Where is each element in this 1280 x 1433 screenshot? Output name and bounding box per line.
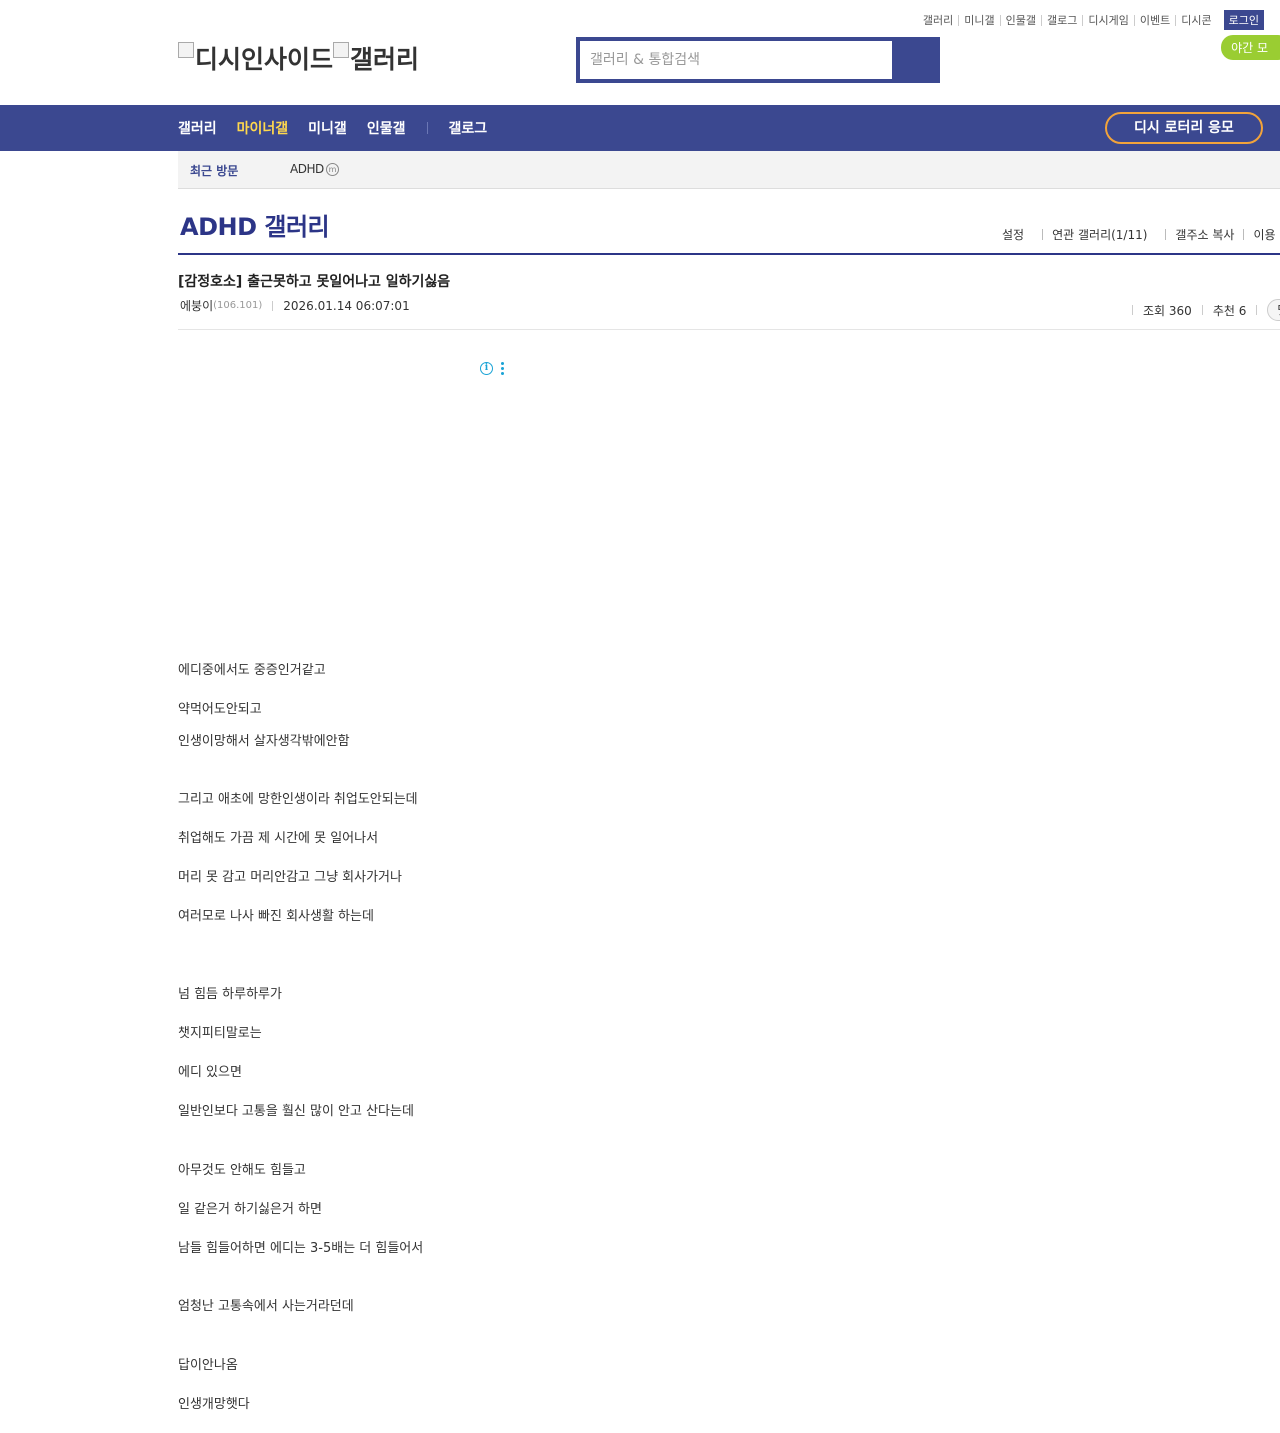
- gallery-tools: 설정 연관 갤러리(1/11) 갤주소 복사 이용: [1002, 226, 1276, 243]
- post-line: 취업해도 가끔 제 시간에 못 일어나서: [178, 831, 379, 846]
- post-line: 일반인보다 고통을 훨신 많이 안고 산다는데: [178, 1104, 414, 1119]
- logo-gallery-alt: 갤러리: [350, 45, 420, 74]
- post-line: 챗지피티말로는: [178, 1026, 262, 1041]
- divider: [1243, 229, 1245, 240]
- nav-minigall[interactable]: 미니갤: [308, 118, 347, 138]
- ad-more-options-icon[interactable]: [501, 361, 504, 376]
- divider: [1042, 229, 1044, 240]
- post-line: 엄청난 고통속에서 사는거라던데: [178, 1299, 354, 1314]
- post-date: 2026.01.14 06:07:01: [283, 298, 410, 313]
- login-button[interactable]: 로그인: [1223, 10, 1264, 30]
- post-recommend-count: 추천 6: [1212, 303, 1247, 318]
- recent-visits-label: 최근 방문: [190, 164, 239, 178]
- post-line: 일 같은거 하기싫은거 하면: [178, 1202, 322, 1217]
- post-views: 조회 360: [1143, 303, 1192, 318]
- usage-link[interactable]: 이용: [1253, 226, 1275, 243]
- post-line: 넘 힘듬 하루하루가: [178, 987, 282, 1002]
- settings-link[interactable]: 설정: [1002, 226, 1024, 243]
- divider: [1256, 305, 1258, 315]
- recent-visits-bar: 최근 방문 ADHD m: [178, 151, 1280, 189]
- divider: [1201, 305, 1203, 315]
- nav-gallery[interactable]: 갤러리: [178, 118, 217, 138]
- divider: [1132, 305, 1133, 315]
- divider: [272, 300, 274, 311]
- ad-info-icon[interactable]: i: [480, 362, 493, 375]
- post-author-ip: (106.101): [213, 300, 263, 311]
- night-mode-toggle[interactable]: 야간 모: [1221, 35, 1280, 60]
- post-header-divider: [178, 329, 1280, 330]
- util-link-gallery[interactable]: 갤러리: [918, 15, 958, 26]
- post-author[interactable]: 에붕이: [180, 297, 213, 314]
- broken-image-icon: [178, 42, 194, 58]
- lottery-button[interactable]: 디시 로터리 응모: [1105, 112, 1263, 144]
- util-link-minigall[interactable]: 미니갤: [958, 14, 999, 26]
- post-meta: 에붕이 (106.101) 2026.01.14 06:07:01: [180, 297, 410, 314]
- post-stats: 조회 360 추천 6 댓: [1122, 299, 1280, 321]
- gallery-title[interactable]: ADHD 갤러리: [180, 207, 330, 242]
- gallery-title-underline: [178, 253, 1280, 255]
- utility-nav: 갤러리 미니갤 인물갤 갤로그 디시게임 이벤트 디시콘 로그인: [918, 10, 1264, 30]
- util-link-dcgame[interactable]: 디시게임: [1082, 14, 1133, 26]
- logo-brand-alt: 디시인사이드: [195, 45, 334, 74]
- comment-button[interactable]: 댓: [1267, 299, 1280, 321]
- search-box: [576, 37, 940, 83]
- copy-gallery-url-link[interactable]: 갤주소 복사: [1175, 226, 1234, 243]
- nav-minorgall[interactable]: 마이너갤: [237, 118, 289, 138]
- post-line: 약먹어도안되고: [178, 702, 262, 717]
- util-link-event[interactable]: 이벤트: [1133, 14, 1175, 26]
- search-input[interactable]: [580, 41, 892, 79]
- util-link-gallog[interactable]: 갤로그: [1041, 14, 1082, 26]
- related-galleries-link[interactable]: 연관 갤러리(1/11): [1052, 226, 1147, 243]
- site-logo[interactable]: 디시인사이드 갤러리: [178, 40, 419, 76]
- divider: [1165, 229, 1167, 240]
- recent-visit-item[interactable]: ADHD m: [290, 162, 339, 177]
- post-line: 인생이망해서 살자생각밖에안함: [178, 734, 350, 749]
- post-line: 여러모로 나사 빠진 회사생활 하는데: [178, 909, 374, 924]
- header: 갤러리 미니갤 인물갤 갤로그 디시게임 이벤트 디시콘 로그인 야간 모 디시…: [0, 0, 1280, 105]
- post-line: 에디중에서도 중증인거같고: [178, 663, 326, 678]
- main-nav: 갤러리 마이너갤 미니갤 인물갤 갤로그: [0, 105, 1280, 151]
- post-line: 그리고 애초에 망한인생이라 취업도안되는데: [178, 792, 418, 807]
- post-line: 남들 힘들어하면 에디는 3-5배는 더 힘들어서: [178, 1241, 424, 1256]
- search-button[interactable]: [896, 37, 940, 83]
- nav-gallog[interactable]: 갤로그: [448, 118, 487, 138]
- post-line: 머리 못 감고 머리안감고 그냥 회사가거나: [178, 870, 402, 885]
- ad-choices: i: [480, 361, 504, 376]
- post-line: 인생개망햇다: [178, 1397, 250, 1412]
- post-line: 아무것도 안해도 힘들고: [178, 1163, 306, 1178]
- minor-gallery-badge-icon: m: [325, 163, 339, 176]
- recent-visit-item-label: ADHD: [290, 162, 324, 176]
- util-link-dccon[interactable]: 디시콘: [1175, 14, 1216, 26]
- post-line: 답이안나옴: [178, 1358, 238, 1373]
- post-title: [감정호소] 출근못하고 못일어나고 일하기싫음: [178, 274, 451, 290]
- nav-divider: [427, 122, 429, 134]
- broken-image-icon: [333, 42, 350, 58]
- nav-persongall[interactable]: 인물갤: [367, 118, 406, 138]
- util-link-persongall[interactable]: 인물갤: [999, 14, 1041, 26]
- post-line: 에디 있으면: [178, 1065, 242, 1080]
